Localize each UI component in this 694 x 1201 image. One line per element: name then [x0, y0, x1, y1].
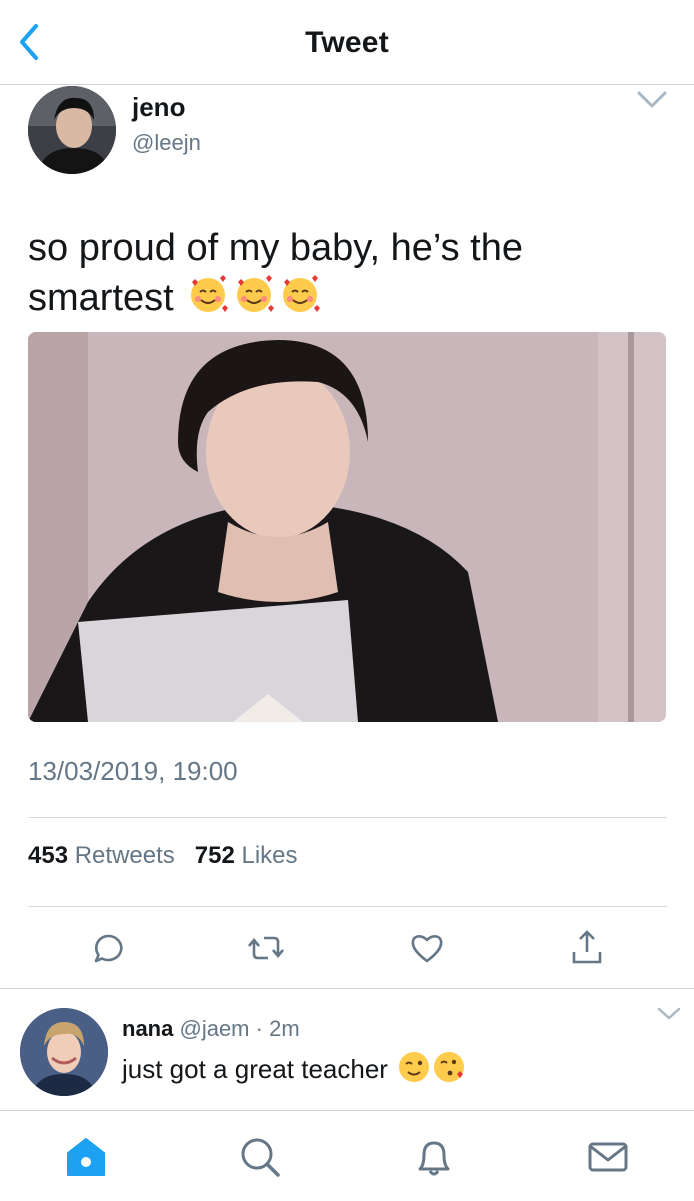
author-avatar[interactable] — [28, 86, 116, 174]
likes-count: 752 — [194, 842, 235, 869]
home-icon[interactable] — [62, 1133, 110, 1181]
reply-author-handle[interactable]: @jaem — [179, 1016, 249, 1041]
reply-time: 2m — [269, 1016, 300, 1041]
share-icon[interactable] — [567, 928, 607, 968]
retweet-stat[interactable]: 453 Retweets — [28, 842, 175, 869]
reply-text-content: just got a great teacher — [122, 1054, 388, 1084]
messages-icon[interactable] — [584, 1133, 632, 1181]
retweet-icon[interactable] — [246, 928, 286, 968]
tweet-stats: 453 Retweets 752 Likes — [28, 842, 298, 870]
chevron-down-icon[interactable] — [656, 1004, 682, 1024]
reply-icon[interactable] — [88, 928, 128, 968]
page-title: Tweet — [305, 26, 389, 59]
likes-stat[interactable]: 752 Likes — [195, 842, 298, 869]
reply-separator: · — [255, 1016, 263, 1041]
reply-text: just got a great teacher — [122, 1050, 467, 1091]
tweet-actions — [0, 920, 694, 976]
section-divider — [0, 988, 694, 989]
chevron-down-icon[interactable] — [636, 88, 668, 112]
like-icon[interactable] — [407, 928, 447, 968]
tweet-photo[interactable] — [28, 332, 666, 722]
smiling-face-with-hearts-icon — [278, 272, 322, 328]
reply-header: nana @jaem · 2m — [122, 1016, 300, 1042]
author-handle[interactable]: @leejn — [132, 130, 201, 156]
notifications-icon[interactable] — [410, 1133, 458, 1181]
smiling-face-with-hearts-icon — [232, 272, 276, 328]
divider — [28, 817, 667, 818]
winking-face-icon — [397, 1050, 431, 1091]
tweet-text: so proud of my baby, he’s the smartest — [28, 224, 668, 328]
bottom-tab-bar — [0, 1110, 694, 1201]
likes-label: Likes — [241, 842, 298, 869]
reply-avatar[interactable] — [20, 1008, 108, 1096]
face-blowing-kiss-icon — [433, 1050, 467, 1091]
search-icon[interactable] — [236, 1133, 284, 1181]
smiling-face-with-hearts-icon — [186, 272, 230, 328]
author-name[interactable]: jeno — [132, 92, 185, 123]
tweet-timestamp: 13/03/2019, 19:00 — [28, 756, 238, 786]
retweets-count: 453 — [28, 842, 69, 869]
top-nav-bar: Tweet — [0, 0, 694, 85]
reply-author-name[interactable]: nana — [122, 1016, 173, 1041]
retweets-label: Retweets — [74, 842, 175, 869]
divider — [28, 906, 667, 907]
